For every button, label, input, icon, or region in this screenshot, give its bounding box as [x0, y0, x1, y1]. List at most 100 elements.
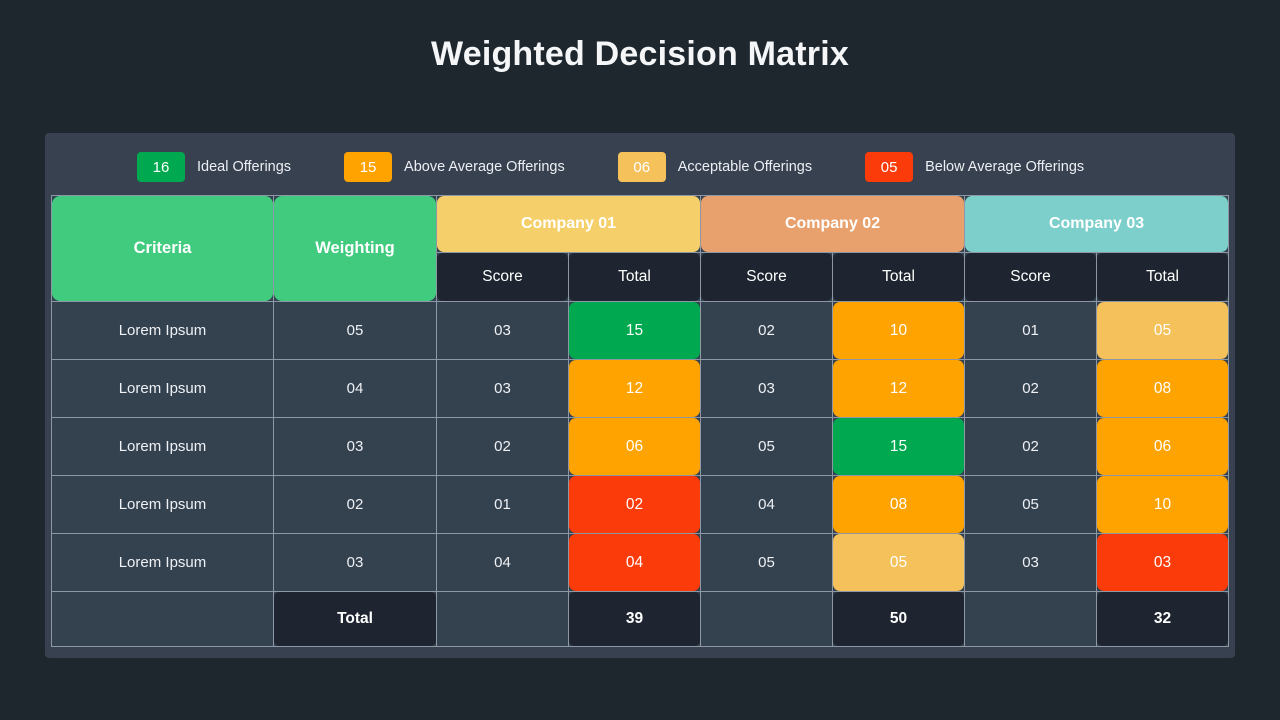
header-total-company-01: Total [567, 252, 702, 302]
cell-total-company-02: 15 [832, 417, 966, 476]
total-row-spacer [964, 591, 1098, 647]
decision-matrix-table: Criteria Weighting Company 01 Company 02… [51, 195, 1230, 647]
legend-item: 15 Above Average Offerings [344, 152, 565, 182]
table-row: Lorem Ipsum 04 03 12 03 12 02 08 [51, 359, 1230, 418]
cell-total-company-01: 04 [567, 533, 702, 592]
criteria-label: Lorem Ipsum [118, 437, 207, 455]
score-value: 02 [1022, 437, 1039, 455]
total-badge: 02 [569, 476, 701, 533]
total-row-spacer [700, 591, 834, 647]
cell-score-company-02: 05 [700, 533, 834, 592]
cell-weighting: 03 [273, 533, 437, 592]
total-badge: 06 [569, 418, 701, 475]
cell-total-company-01: 15 [567, 301, 702, 360]
total-row-spacer [51, 591, 274, 647]
legend-chip: 05 [865, 152, 914, 182]
legend-item: 06 Acceptable Offerings [617, 152, 813, 182]
header-score-company-03: Score [964, 252, 1098, 302]
cell-weighting: 02 [273, 475, 437, 534]
criteria-label: Lorem Ipsum [118, 553, 207, 571]
total-row-spacer [436, 591, 569, 647]
cell-weighting: 04 [273, 359, 437, 418]
cell-criteria: Lorem Ipsum [51, 417, 274, 476]
cell-score-company-03: 02 [964, 359, 1098, 418]
total-badge: 06 [1097, 418, 1229, 475]
cell-total-company-03: 05 [1096, 301, 1230, 360]
table-row: Lorem Ipsum 02 01 02 04 08 05 10 [51, 475, 1230, 534]
legend-label: Ideal Offerings [197, 159, 292, 175]
weighting-value: 05 [346, 321, 364, 339]
header-criteria: Criteria [51, 195, 274, 302]
cell-weighting: 03 [273, 417, 437, 476]
cell-criteria: Lorem Ipsum [51, 533, 274, 592]
header-company-03-box: Company 03 [965, 196, 1229, 252]
score-value: 04 [758, 495, 775, 513]
legend: 16 Ideal Offerings 15 Above Average Offerin… [51, 139, 1229, 195]
score-value: 02 [758, 321, 775, 339]
legend-item: 16 Ideal Offerings [137, 152, 291, 182]
cell-score-company-03: 05 [964, 475, 1098, 534]
total-row-label-cell: Total [273, 591, 437, 647]
total-badge: 04 [569, 534, 701, 591]
total-sum-company-01: 39 [567, 591, 702, 647]
cell-weighting: 05 [273, 301, 437, 360]
score-value: 02 [1022, 379, 1039, 397]
header-total-company-03: Total [1096, 252, 1230, 302]
total-badge: 15 [569, 302, 701, 359]
weighting-value: 04 [346, 379, 364, 397]
cell-score-company-02: 02 [700, 301, 834, 360]
header-company-01-box: Company 01 [437, 196, 701, 252]
score-value: 03 [1022, 553, 1039, 571]
score-value: 04 [494, 553, 511, 571]
score-value: 03 [494, 321, 511, 339]
table-row: Lorem Ipsum 03 04 04 05 05 03 03 [51, 533, 1230, 592]
cell-total-company-03: 10 [1096, 475, 1230, 534]
total-sum-value: 39 [569, 592, 701, 646]
header-company-02: Company 02 [700, 195, 966, 253]
cell-total-company-03: 08 [1096, 359, 1230, 418]
page-title: Weighted Decision Matrix [431, 35, 849, 73]
cell-score-company-02: 04 [700, 475, 834, 534]
header-company-01: Company 01 [435, 195, 702, 253]
legend-label: Below Average Offerings [925, 159, 1085, 175]
cell-score-company-01: 04 [436, 533, 569, 592]
legend-label: Acceptable Offerings [677, 159, 813, 175]
cell-total-company-01: 12 [567, 359, 702, 418]
score-value: 05 [1022, 495, 1039, 513]
cell-criteria: Lorem Ipsum [51, 475, 274, 534]
score-value: 03 [758, 379, 775, 397]
cell-criteria: Lorem Ipsum [51, 301, 274, 360]
score-value: 05 [758, 553, 775, 571]
header-weighting-box: Weighting [274, 196, 436, 301]
score-value: 02 [494, 437, 511, 455]
total-badge: 08 [1097, 360, 1229, 417]
score-value: 01 [1022, 321, 1039, 339]
criteria-label: Lorem Ipsum [118, 495, 207, 513]
cell-total-company-02: 12 [832, 359, 966, 418]
weighted-decision-matrix-panel: 16 Ideal Offerings 15 Above Average Offerin… [45, 133, 1235, 658]
cell-score-company-01: 02 [436, 417, 569, 476]
total-badge: 03 [1097, 534, 1229, 591]
cell-score-company-03: 03 [964, 533, 1098, 592]
header-score-company-02: Score [700, 252, 834, 302]
cell-score-company-02: 03 [700, 359, 834, 418]
total-sum-company-02: 50 [832, 591, 966, 647]
score-value: 03 [494, 379, 511, 397]
cell-score-company-01: 01 [436, 475, 569, 534]
header-company-03: Company 03 [964, 195, 1230, 253]
total-badge: 12 [569, 360, 701, 417]
legend-label: Above Average Offerings [404, 159, 565, 175]
total-row-label: Total [274, 592, 436, 646]
cell-total-company-02: 08 [832, 475, 966, 534]
legend-chip: 15 [344, 152, 393, 182]
cell-criteria: Lorem Ipsum [51, 359, 274, 418]
header-score-company-01: Score [436, 252, 569, 302]
cell-total-company-03: 06 [1096, 417, 1230, 476]
table-row: Lorem Ipsum 03 02 06 05 15 02 06 [51, 417, 1230, 476]
criteria-label: Lorem Ipsum [118, 379, 207, 397]
total-badge: 15 [833, 418, 965, 475]
table-head: Criteria Weighting Company 01 Company 02… [51, 195, 1230, 302]
legend-chip: 16 [137, 152, 185, 182]
header-weighting: Weighting [273, 195, 437, 302]
cell-score-company-03: 01 [964, 301, 1098, 360]
